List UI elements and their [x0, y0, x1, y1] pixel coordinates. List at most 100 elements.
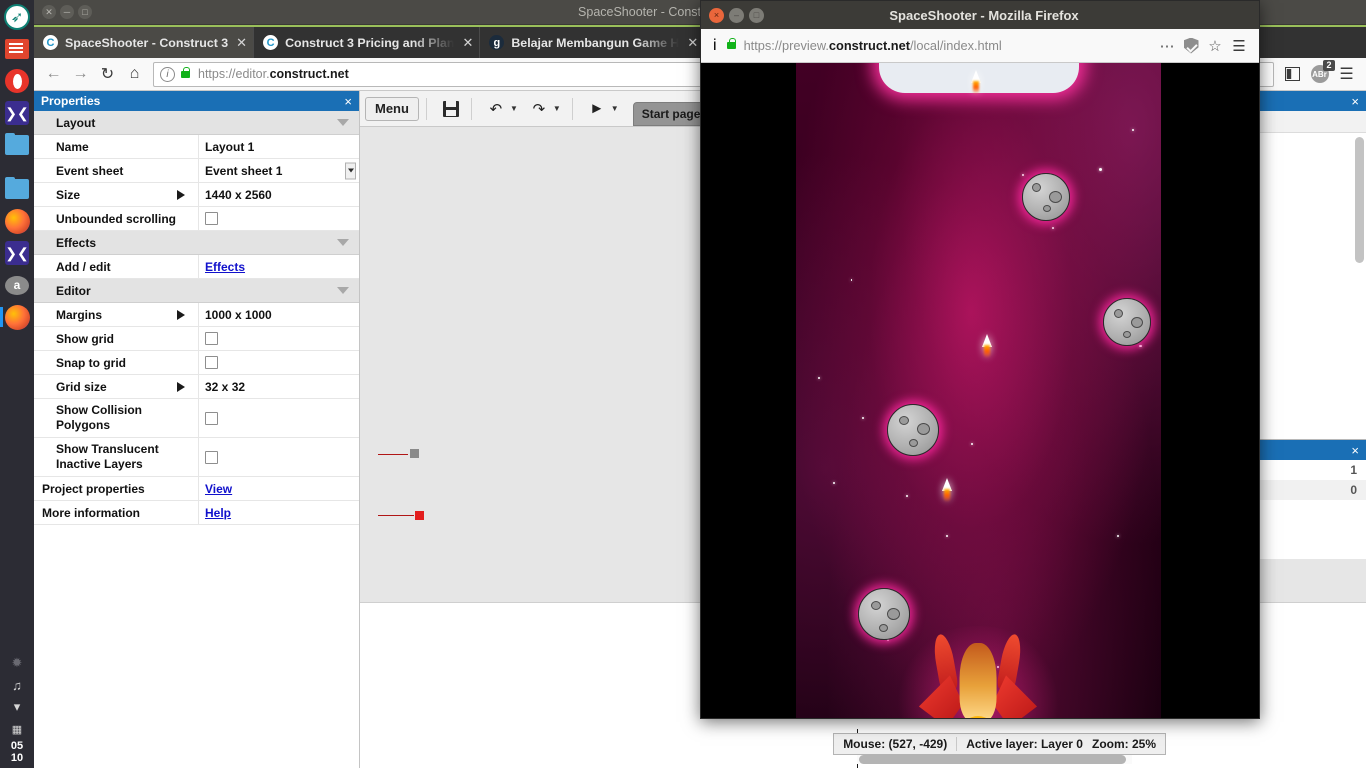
meteor-sprite[interactable]	[887, 404, 939, 456]
battery-icon[interactable]: ▦	[3, 718, 31, 740]
property-row-show-grid[interactable]: Show grid	[34, 327, 359, 351]
launcher-item-files-2[interactable]	[3, 175, 31, 203]
main-window-minimize-button[interactable]: ─	[60, 5, 74, 19]
property-value[interactable]: 32 x 32	[198, 375, 359, 398]
checkbox[interactable]	[205, 212, 218, 225]
help-link[interactable]: Help	[205, 506, 231, 520]
property-value[interactable]: View	[198, 477, 359, 500]
property-value[interactable]: Effects	[198, 255, 359, 278]
checkbox[interactable]	[205, 412, 218, 425]
music-icon[interactable]: ♫	[3, 674, 31, 696]
redo-icon[interactable]: ↷	[526, 96, 552, 122]
expand-triangle-icon[interactable]	[177, 382, 185, 392]
meteor-sprite[interactable]	[1103, 298, 1151, 346]
bookmark-star-icon[interactable]: ☆	[1203, 34, 1227, 58]
bullet-sprite[interactable]	[982, 334, 992, 347]
save-icon[interactable]	[438, 96, 464, 122]
home-icon[interactable]: ⌂	[121, 61, 148, 88]
horizontal-scrollbar[interactable]	[857, 755, 1132, 764]
property-value[interactable]	[198, 399, 359, 437]
forward-icon[interactable]: →	[67, 61, 94, 88]
play-icon[interactable]: ►	[584, 96, 610, 122]
menu-button[interactable]: Menu	[365, 97, 419, 121]
property-value[interactable]: 1440 x 2560	[198, 183, 359, 206]
main-window-maximize-button[interactable]: □	[78, 5, 92, 19]
bullet-sprite[interactable]	[942, 478, 952, 491]
property-row-snap-to-grid[interactable]: Snap to grid	[34, 351, 359, 375]
property-row-event-sheet[interactable]: Event sheet Event sheet 1	[34, 159, 359, 183]
property-row-margins[interactable]: Margins 1000 x 1000	[34, 303, 359, 327]
property-row-add-edit[interactable]: Add / edit Effects	[34, 255, 359, 279]
preview-address-bar[interactable]: i https://preview.construct.net/local/in…	[709, 37, 1155, 55]
property-row-show-translucent-inactive-layers[interactable]: Show Translucent Inactive Layers	[34, 438, 359, 477]
wifi-icon[interactable]: ▾	[3, 696, 31, 718]
property-value[interactable]	[198, 351, 359, 374]
property-row-size[interactable]: Size 1440 x 2560	[34, 183, 359, 207]
chevron-down-icon[interactable]	[345, 162, 356, 179]
undo-icon[interactable]: ↶	[483, 96, 509, 122]
property-value[interactable]: Layout 1	[198, 135, 359, 158]
launcher-item-files[interactable]	[3, 131, 31, 159]
launcher-item-amazon[interactable]: a	[3, 271, 31, 299]
expand-triangle-icon[interactable]	[177, 190, 185, 200]
browser-tab-belajar[interactable]: g Belajar Membangun Game H ✕	[480, 27, 705, 58]
bluetooth-icon[interactable]: ✹	[3, 652, 31, 674]
scrollbar-thumb[interactable]	[859, 755, 1126, 764]
checkbox[interactable]	[205, 356, 218, 369]
close-icon[interactable]: ×	[1351, 443, 1359, 458]
meteor-sprite[interactable]	[858, 588, 910, 640]
chevron-down-icon[interactable]	[337, 287, 349, 294]
launcher-item-ubuntu-dash[interactable]: ➶	[3, 3, 31, 31]
browser-tab-spaceshooter[interactable]: C SpaceShooter - Construct 3 ✕	[34, 27, 254, 58]
player-ship-sprite[interactable]	[916, 643, 1039, 718]
checkbox[interactable]	[205, 332, 218, 345]
redo-dropdown-icon[interactable]: ▼	[553, 104, 561, 113]
launcher-item-text-editor[interactable]	[3, 35, 31, 63]
abr-reader-icon[interactable]: ABr 2	[1306, 61, 1333, 88]
property-value[interactable]	[198, 207, 359, 230]
info-icon[interactable]: i	[160, 67, 175, 82]
property-group-effects[interactable]: Effects	[34, 231, 359, 255]
tab-close-icon[interactable]: ✕	[462, 35, 473, 51]
close-icon[interactable]: ×	[1351, 94, 1359, 109]
more-icon[interactable]: ⋯	[1155, 34, 1179, 58]
hamburger-menu-icon[interactable]: ☰	[1227, 34, 1251, 58]
project-panel-scrollbar[interactable]	[1355, 137, 1364, 263]
close-icon[interactable]: ×	[344, 94, 352, 109]
property-row-show-collision-polygons[interactable]: Show Collision Polygons	[34, 399, 359, 438]
tab-close-icon[interactable]: ✕	[236, 35, 247, 51]
property-group-layout[interactable]: Layout	[34, 111, 359, 135]
property-value[interactable]: Help	[198, 501, 359, 524]
expand-triangle-icon[interactable]	[177, 310, 185, 320]
shield-icon[interactable]	[1179, 34, 1203, 58]
system-clock[interactable]: 05 10	[11, 740, 23, 768]
info-icon[interactable]: i	[713, 37, 717, 55]
checkbox[interactable]	[205, 451, 218, 464]
object-handle-red[interactable]	[415, 511, 424, 520]
preview-game-canvas[interactable]	[701, 63, 1259, 718]
effects-link[interactable]: Effects	[205, 260, 245, 274]
preview-maximize-button[interactable]: □	[749, 8, 764, 23]
preview-close-button[interactable]: ×	[709, 8, 724, 23]
view-link[interactable]: View	[205, 482, 232, 496]
game-viewport[interactable]	[796, 63, 1161, 718]
chevron-down-icon[interactable]	[337, 119, 349, 126]
property-group-editor[interactable]: Editor	[34, 279, 359, 303]
hamburger-menu-icon[interactable]: ☰	[1333, 61, 1360, 88]
property-row-unbounded-scrolling[interactable]: Unbounded scrolling	[34, 207, 359, 231]
preview-minimize-button[interactable]: –	[729, 8, 744, 23]
property-value[interactable]	[198, 327, 359, 350]
property-value[interactable]	[198, 438, 359, 476]
launcher-item-opera[interactable]	[3, 67, 31, 95]
object-handle-gray[interactable]	[410, 449, 419, 458]
chevron-down-icon[interactable]	[337, 239, 349, 246]
property-row-name[interactable]: Name Layout 1	[34, 135, 359, 159]
tab-close-icon[interactable]: ✕	[687, 35, 698, 51]
meteor-sprite[interactable]	[1022, 173, 1070, 221]
undo-dropdown-icon[interactable]: ▼	[510, 104, 518, 113]
main-window-close-button[interactable]: ✕	[42, 5, 56, 19]
library-icon[interactable]	[1279, 61, 1306, 88]
launcher-item-firefox-active[interactable]	[3, 303, 31, 331]
property-row-more-information[interactable]: More information Help	[34, 501, 359, 525]
back-icon[interactable]: ←	[40, 61, 67, 88]
